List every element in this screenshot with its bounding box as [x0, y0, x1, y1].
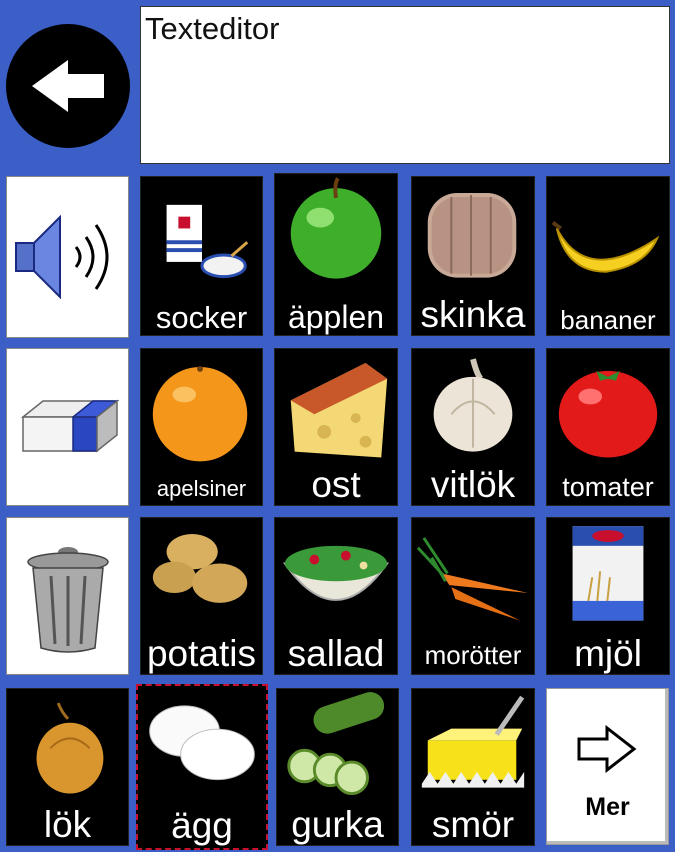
tile-label: äpplen [287, 299, 385, 335]
tile-label: tomater [562, 472, 654, 502]
tile-label: skinka [420, 294, 526, 335]
tile-applen[interactable]: äpplen [274, 173, 398, 336]
tile-label: apelsiner [156, 476, 247, 501]
more-label: Mer [585, 793, 630, 821]
tile-label: smör [431, 804, 515, 845]
tile-agg[interactable]: ägg [136, 684, 268, 850]
tile-label: lök [43, 804, 92, 845]
tile-label: bananer [560, 305, 656, 335]
tile-lok[interactable]: lök [6, 688, 129, 846]
speaker-icon [15, 214, 109, 300]
trash-can-icon [26, 547, 109, 653]
tile-tomater[interactable]: tomater [546, 348, 670, 506]
tile-label: gurka [291, 804, 384, 845]
tile-label: socker [155, 300, 248, 335]
back-button[interactable] [6, 24, 130, 148]
tile-gurka[interactable]: gurka [276, 688, 399, 846]
tile-socker[interactable]: socker [140, 176, 263, 336]
speak-button[interactable] [6, 176, 129, 338]
tile-label: mjöl [574, 633, 642, 674]
eraser-icon [20, 399, 119, 453]
tile-potatis[interactable]: potatis [140, 517, 263, 675]
tile-label: potatis [146, 633, 256, 674]
tile-mjol[interactable]: mjöl [546, 517, 670, 675]
more-button[interactable]: Mer [546, 688, 669, 845]
text-editor[interactable]: Texteditor [140, 6, 670, 164]
tile-label: morötter [424, 640, 522, 670]
arrow-right-icon [577, 725, 637, 773]
clear-button[interactable] [6, 517, 129, 675]
tile-smor[interactable]: smör [411, 688, 535, 846]
tile-bananer[interactable]: bananer [546, 176, 670, 336]
tile-ost[interactable]: ost [274, 348, 398, 506]
tile-label: sallad [287, 633, 385, 674]
arrow-left-icon [32, 60, 104, 112]
tile-morotter[interactable]: morötter [411, 517, 535, 675]
erase-button[interactable] [6, 348, 129, 506]
tile-label: vitlök [430, 464, 516, 505]
tile-skinka[interactable]: skinka [411, 176, 535, 336]
text-editor-content: Texteditor [145, 11, 280, 46]
tile-apelsiner[interactable]: apelsiner [140, 348, 263, 506]
tile-sallad[interactable]: sallad [274, 517, 398, 675]
tile-vitlok[interactable]: vitlök [411, 348, 535, 506]
tile-label: ost [311, 464, 361, 505]
tile-label: ägg [171, 805, 233, 846]
